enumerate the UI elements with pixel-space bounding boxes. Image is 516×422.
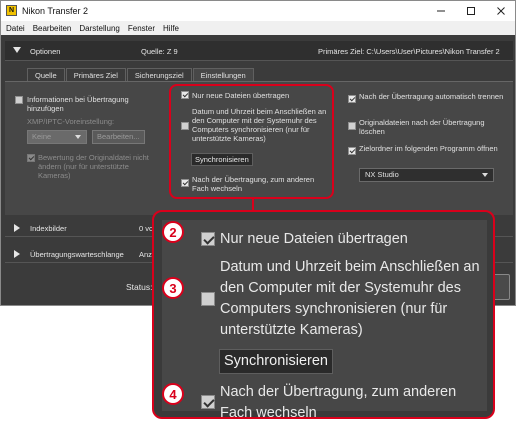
rating-label: Bewertung der Originaldatei nicht ändern…: [38, 153, 149, 180]
xmp-preset-select[interactable]: Keine: [27, 130, 87, 144]
disconnect-checkbox[interactable]: [348, 95, 356, 103]
tab-einstellungen[interactable]: Einstellungen: [192, 68, 254, 82]
queue-count: Anz: [139, 250, 152, 259]
open-folder-checkbox[interactable]: [348, 147, 356, 155]
expand-triangle-icon[interactable]: [14, 224, 20, 232]
delete-originals-label: Originaldateien nach der Übertragung lös…: [359, 118, 485, 136]
menu-bearbeiten[interactable]: Bearbeiten: [33, 24, 72, 33]
disconnect-label: Nach der Übertragung automatisch trennen: [359, 92, 504, 101]
zoom-new-files-label: Nur neue Dateien übertragen: [220, 231, 408, 247]
tab-quelle[interactable]: Quelle: [27, 68, 65, 82]
nikon-app-icon: N: [6, 5, 17, 16]
close-icon: [497, 7, 505, 15]
close-button[interactable]: [486, 1, 515, 21]
xmp-preset-value: Keine: [32, 132, 52, 141]
callout-badge-2: 2: [162, 221, 184, 243]
zoom-sync-checkbox[interactable]: [201, 292, 215, 306]
zoom-panel: Nur neue Dateien übertragen Datum und Uh…: [162, 220, 487, 417]
zoom-switch-slot-checkbox[interactable]: [201, 395, 215, 409]
menu-bar: Datei Bearbeiten Darstellung Fenster Hil…: [1, 21, 515, 35]
queue-label: Übertragungswarteschlange: [30, 250, 124, 259]
options-section-header[interactable]: Optionen Quelle: Z 9 Primäres Ziel: C:\U…: [5, 41, 513, 61]
collapse-triangle-icon[interactable]: [13, 47, 21, 53]
open-folder-label: Zielordner im folgenden Programm öffnen: [359, 144, 498, 153]
window-title: Nikon Transfer 2: [22, 6, 89, 16]
zoom-switch-slot-label: Nach der Übertragung, zum anderen Fach w…: [220, 384, 457, 419]
minimize-button[interactable]: [426, 1, 456, 21]
info-checkbox[interactable]: [15, 96, 23, 104]
zoom-sync-label: Datum und Uhrzeit beim Anschließen an de…: [220, 259, 480, 338]
chevron-down-icon: [75, 135, 81, 139]
delete-originals-checkbox[interactable]: [348, 122, 356, 130]
synchronize-button[interactable]: Synchronisieren: [219, 349, 333, 374]
rating-checkbox[interactable]: [27, 154, 35, 162]
primary-destination-label: Primäres Ziel: C:\Users\User\Pictures\Ni…: [318, 47, 500, 56]
callout-badge-4: 4: [162, 383, 184, 405]
expand-triangle-icon[interactable]: [14, 250, 20, 258]
menu-hilfe[interactable]: Hilfe: [163, 24, 179, 33]
chevron-down-icon: [482, 173, 488, 177]
callout-badge-3: 3: [162, 277, 184, 299]
highlight-frame-small: [169, 84, 334, 199]
edit-button[interactable]: Bearbeiten...: [92, 130, 145, 144]
tab-primaeres-ziel[interactable]: Primäres Ziel: [65, 68, 126, 82]
thumbnails-label: Indexbilder: [30, 224, 67, 233]
options-title: Optionen: [30, 47, 61, 56]
status-label: Status:: [126, 282, 153, 292]
menu-datei[interactable]: Datei: [6, 24, 25, 33]
zoom-new-files-checkbox[interactable]: [201, 232, 215, 246]
menu-fenster[interactable]: Fenster: [128, 24, 155, 33]
options-tabs: Quelle Primäres Ziel Sicherungsziel Eins…: [27, 68, 255, 82]
program-select[interactable]: NX Studio: [359, 168, 494, 182]
minimize-icon: [437, 10, 445, 12]
menu-darstellung[interactable]: Darstellung: [79, 24, 119, 33]
title-bar[interactable]: N Nikon Transfer 2: [1, 1, 515, 21]
source-label: Quelle: Z 9: [141, 47, 178, 56]
info-label: Informationen bei Übertragung hinzufügen: [27, 95, 129, 113]
maximize-button[interactable]: [456, 1, 486, 21]
xmp-label: XMP/IPTC-Voreinstellung:: [27, 117, 115, 126]
maximize-icon: [467, 7, 475, 15]
tab-sicherungsziel[interactable]: Sicherungsziel: [126, 68, 192, 82]
program-value: NX Studio: [365, 170, 399, 179]
zoom-callout: Nur neue Dateien übertragen Datum und Uh…: [152, 210, 495, 419]
